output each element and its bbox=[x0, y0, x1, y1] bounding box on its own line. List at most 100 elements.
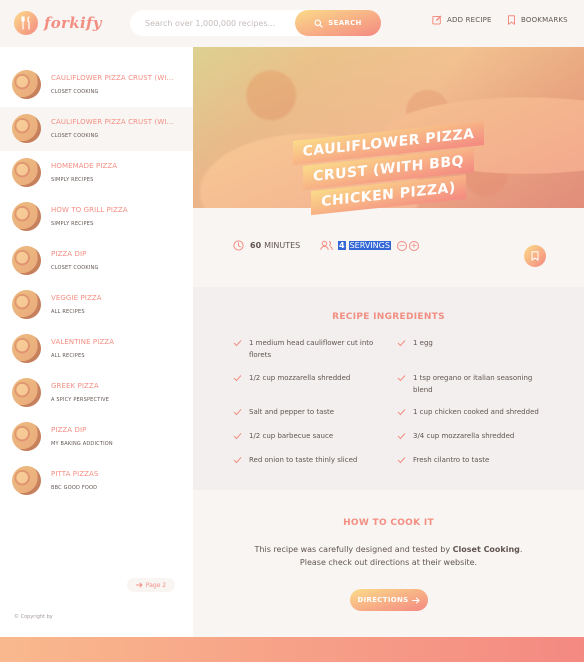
logo[interactable]: forkify bbox=[14, 11, 102, 35]
footer-gradient-bar bbox=[0, 637, 584, 662]
increase-servings-button[interactable]: + bbox=[408, 240, 419, 251]
search-input[interactable] bbox=[145, 18, 285, 28]
ingredient-item: 1/2 cup mozzarella shredded bbox=[233, 372, 383, 384]
bookmarks-button[interactable]: BOOKMARKS bbox=[507, 15, 568, 25]
ingredient-text: 1 medium head cauliflower cut into flore… bbox=[249, 339, 374, 359]
directions-label: DIRECTIONS bbox=[357, 596, 409, 604]
result-item[interactable]: VEGGIE PIZZA ALL RECIPES bbox=[0, 283, 193, 327]
result-publisher: CLOSET COOKING bbox=[51, 89, 99, 95]
bookmark-icon bbox=[531, 251, 539, 261]
servings-label: SERVINGS bbox=[348, 241, 391, 250]
result-thumbnail bbox=[12, 334, 41, 363]
result-title: CAULIFLOWER PIZZA CRUST (WI... bbox=[51, 74, 174, 82]
result-title: HOMEMADE PIZZA bbox=[51, 162, 118, 170]
next-page-button[interactable]: Page 2 bbox=[127, 578, 175, 592]
arrow-right-icon bbox=[412, 596, 421, 604]
search-icon bbox=[314, 18, 323, 28]
check-icon bbox=[397, 409, 406, 416]
result-item[interactable]: CAULIFLOWER PIZZA CRUST (WI... CLOSET CO… bbox=[0, 63, 193, 107]
ingredient-text: 1 cup chicken cooked and shredded bbox=[413, 408, 539, 416]
check-icon bbox=[397, 375, 406, 382]
check-icon bbox=[397, 457, 406, 464]
ingredient-item: 1 medium head cauliflower cut into flore… bbox=[233, 337, 383, 361]
fork-knife-icon bbox=[14, 11, 38, 35]
ingredient-text: 1/2 cup barbecue sauce bbox=[249, 432, 334, 440]
result-publisher: BBC GOOD FOOD bbox=[51, 485, 98, 491]
result-item[interactable]: PIZZA DIP MY BAKING ADDICTION bbox=[0, 415, 193, 459]
result-item[interactable]: HOW TO GRILL PIZZA SIMPLY RECIPES bbox=[0, 195, 193, 239]
cooking-time-label: MINUTES bbox=[264, 241, 301, 250]
check-icon bbox=[233, 433, 242, 440]
search-results-sidebar: CAULIFLOWER PIZZA CRUST (WI... CLOSET CO… bbox=[0, 47, 193, 637]
decrease-servings-button[interactable]: − bbox=[396, 240, 407, 251]
search-form: SEARCH bbox=[130, 10, 381, 36]
result-item[interactable]: PIZZA DIP CLOSET COOKING bbox=[0, 239, 193, 283]
result-publisher: ALL RECIPES bbox=[51, 309, 85, 315]
ingredient-text: 1/2 cup mozzarella shredded bbox=[249, 374, 351, 382]
cook-publisher: Closet Cooking bbox=[452, 545, 520, 554]
result-title: VALENTINE PIZZA bbox=[51, 338, 115, 346]
result-title: PIZZA DIP bbox=[51, 426, 87, 434]
ingredient-text: Red onion to taste thinly sliced bbox=[249, 456, 358, 464]
copyright-text: © Copyright by bbox=[14, 614, 53, 620]
ingredient-item: Fresh cilantro to taste bbox=[397, 454, 547, 466]
result-title: HOW TO GRILL PIZZA bbox=[51, 206, 128, 214]
result-item[interactable]: HOMEMADE PIZZA SIMPLY RECIPES bbox=[0, 151, 193, 195]
bookmarks-label: BOOKMARKS bbox=[521, 16, 568, 24]
result-publisher: ALL RECIPES bbox=[51, 353, 85, 359]
logo-text: forkify bbox=[44, 14, 102, 32]
check-icon bbox=[233, 457, 242, 464]
result-publisher: SIMPLY RECIPES bbox=[51, 177, 94, 183]
check-icon bbox=[233, 375, 242, 382]
ingredient-text: Fresh cilantro to taste bbox=[413, 456, 490, 464]
ingredient-text: 1 egg bbox=[413, 339, 433, 347]
result-title: CAULIFLOWER PIZZA CRUST (WI... bbox=[51, 118, 174, 126]
how-to-cook-heading: HOW TO COOK IT bbox=[343, 518, 434, 528]
search-button[interactable]: SEARCH bbox=[295, 10, 381, 36]
result-item[interactable]: GREEK PIZZA A SPICY PERSPECTIVE bbox=[0, 371, 193, 415]
cook-description: This recipe was carefully designed and t… bbox=[245, 543, 532, 569]
ingredient-text: Salt and pepper to taste bbox=[249, 408, 335, 416]
result-title: PITTA PIZZAS bbox=[51, 470, 99, 478]
result-item[interactable]: VALENTINE PIZZA ALL RECIPES bbox=[0, 327, 193, 371]
result-thumbnail bbox=[12, 202, 41, 231]
add-recipe-button[interactable]: ADD RECIPE bbox=[432, 15, 492, 25]
ingredients-heading: RECIPE INGREDIENTS bbox=[332, 312, 445, 322]
cooking-time: 60 MINUTES bbox=[233, 240, 300, 251]
ingredients-section: RECIPE INGREDIENTS 1 medium head caulifl… bbox=[193, 287, 584, 490]
result-thumbnail bbox=[12, 422, 41, 451]
result-publisher: CLOSET COOKING bbox=[51, 265, 99, 271]
result-thumbnail bbox=[12, 158, 41, 187]
next-page-label: Page 2 bbox=[145, 581, 167, 589]
ingredient-text: 1 tsp oregano or italian seasoning blend bbox=[413, 374, 533, 394]
result-publisher: SIMPLY RECIPES bbox=[51, 221, 94, 227]
result-thumbnail bbox=[12, 466, 41, 495]
ingredient-item: 1 egg bbox=[397, 337, 547, 349]
cook-text-pre: This recipe was carefully designed and t… bbox=[254, 545, 453, 554]
servings: 4 SERVINGS − + bbox=[320, 240, 419, 251]
result-thumbnail bbox=[12, 70, 41, 99]
result-title: PIZZA DIP bbox=[51, 250, 87, 258]
result-publisher: MY BAKING ADDICTION bbox=[51, 441, 113, 447]
ingredient-text: 3/4 cup mozzarella shredded bbox=[413, 432, 515, 440]
bookmark-recipe-button[interactable] bbox=[524, 245, 546, 267]
ingredient-item: 1 cup chicken cooked and shredded bbox=[397, 406, 557, 418]
recipe-view: CAULIFLOWER PIZZA CRUST (WITH BBQ CHICKE… bbox=[193, 47, 584, 637]
ingredient-item: 3/4 cup mozzarella shredded bbox=[397, 430, 547, 442]
ingredient-item: 1 tsp oregano or italian seasoning blend bbox=[397, 372, 547, 396]
cooking-time-value: 60 bbox=[250, 241, 262, 250]
clock-icon bbox=[233, 240, 244, 251]
result-item[interactable]: PITTA PIZZAS BBC GOOD FOOD bbox=[0, 459, 193, 503]
result-title: VEGGIE PIZZA bbox=[51, 294, 102, 302]
directions-button[interactable]: DIRECTIONS bbox=[350, 589, 428, 611]
check-icon bbox=[397, 433, 406, 440]
arrow-right-icon bbox=[135, 582, 143, 588]
check-icon bbox=[233, 340, 242, 347]
check-icon bbox=[397, 340, 406, 347]
header: forkify SEARCH ADD RECIPE BOOKMARKS bbox=[0, 0, 584, 47]
result-item-active[interactable]: CAULIFLOWER PIZZA CRUST (WI... CLOSET CO… bbox=[0, 107, 193, 151]
ingredient-item: Salt and pepper to taste bbox=[233, 406, 383, 418]
users-icon bbox=[320, 240, 333, 251]
check-icon bbox=[233, 409, 242, 416]
bookmark-icon bbox=[508, 15, 515, 25]
